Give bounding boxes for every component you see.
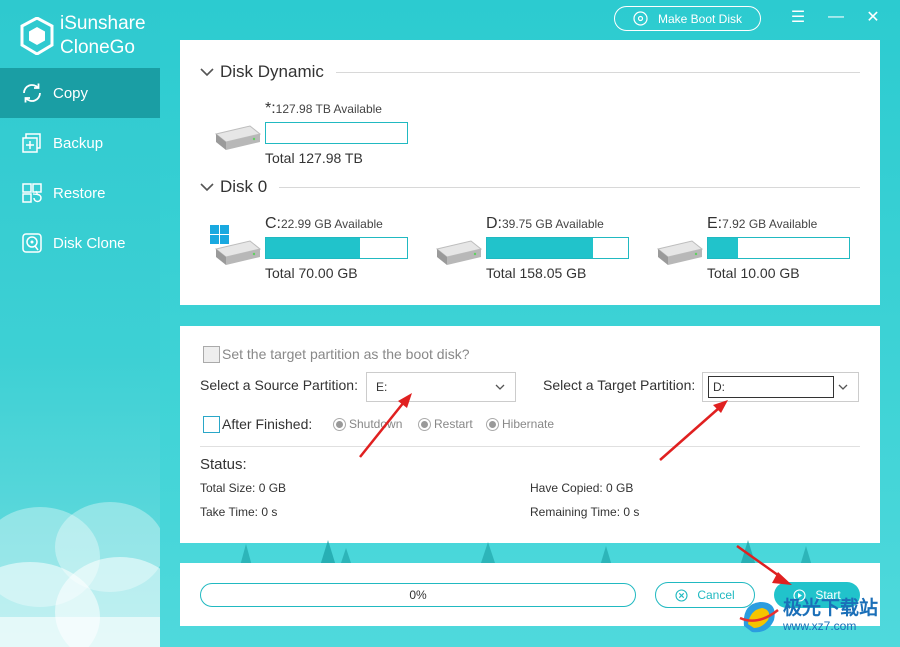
cancel-label: Cancel (697, 588, 735, 602)
partition-d[interactable]: D:39.75 GB Available Total 158.05 GB (431, 215, 641, 285)
partition-name: *:127.98 TB Available (265, 100, 382, 117)
chevron-down-icon (495, 384, 505, 390)
sidebar-nav: Copy Backup Restore Disk Clone (0, 68, 160, 268)
partition-usage-bar (707, 237, 850, 259)
cancel-circle-icon (675, 588, 688, 602)
clonego-logo-icon (20, 17, 54, 55)
hibernate-radio[interactable]: Hibernate (486, 417, 554, 431)
radio-label: Restart (434, 417, 473, 431)
source-partition-select[interactable]: E: (366, 372, 516, 402)
partition-available: 127.98 TB Available (275, 102, 382, 116)
section-divider (279, 186, 860, 188)
radio-label: Shutdown (349, 417, 403, 431)
partition-e[interactable]: E:7.92 GB Available Total 10.00 GB (652, 215, 862, 285)
restore-icon (20, 181, 44, 205)
app-title-line2: CloneGo (60, 37, 135, 58)
disk-list-panel: Disk Dynamic *:127.98 TB Available Total… (180, 40, 880, 305)
remaining-time-stat: Remaining Time: 0 s (530, 505, 640, 519)
target-partition-select[interactable]: D: (702, 372, 859, 402)
partition-usage-fill (708, 238, 738, 258)
partition-usage-bar (486, 237, 629, 259)
close-icon[interactable]: ✕ (864, 8, 882, 26)
options-divider (200, 446, 860, 447)
sidebar-item-backup[interactable]: Backup (0, 118, 160, 168)
watermark-logo-icon (739, 602, 779, 633)
target-partition-label: Select a Target Partition: (543, 377, 696, 393)
sidebar-item-label: Backup (53, 134, 104, 152)
menu-icon[interactable]: ☰ (789, 8, 807, 26)
sidebar-item-disk-clone[interactable]: Disk Clone (0, 218, 160, 268)
sidebar-item-label: Restore (53, 184, 106, 202)
target-partition-value: D: (708, 376, 834, 398)
hard-drive-icon (214, 125, 262, 150)
watermark-cn: 极光下载站 (783, 598, 879, 619)
sidebar-item-label: Disk Clone (53, 234, 126, 252)
hard-drive-icon (656, 240, 704, 265)
copy-options-panel: Set the target partition as the boot dis… (180, 326, 880, 543)
boot-disk-checkbox[interactable] (203, 346, 220, 363)
partition-available: 22.99 GB Available (281, 217, 383, 231)
disk0-title: Disk 0 (220, 177, 268, 196)
disk-dynamic-title: Disk Dynamic (220, 62, 324, 81)
chevron-down-icon (838, 384, 848, 390)
make-boot-disk-label: Make Boot Disk (657, 11, 743, 26)
source-partition-value: E: (376, 380, 388, 394)
radio-dot (486, 417, 499, 431)
source-partition-label: Select a Source Partition: (200, 377, 358, 393)
take-time-stat: Take Time: 0 s (200, 505, 278, 519)
disc-icon (633, 11, 648, 26)
partition-available: 39.75 GB Available (502, 217, 604, 231)
partition-total: Total 70.00 GB (265, 265, 358, 281)
sidebar-item-restore[interactable]: Restore (0, 168, 160, 218)
app-title-line1: iSunshare (60, 13, 146, 34)
shutdown-radio[interactable]: Shutdown (333, 417, 402, 431)
windows-drive-icon (210, 225, 262, 265)
disk-dynamic-header[interactable]: Disk Dynamic (200, 62, 860, 82)
app-title: iSunshare CloneGo (60, 12, 146, 60)
partition-name: D:39.75 GB Available (486, 215, 604, 232)
partition-available: 7.92 GB Available (722, 217, 818, 231)
watermark-text: 极光下载站 www.xz7.com (783, 598, 879, 634)
sidebar: iSunshare CloneGo Copy Backup Restore Di… (0, 0, 160, 647)
copy-progress-bar: 0% (200, 583, 636, 607)
partition-name: C:22.99 GB Available (265, 215, 383, 232)
chevron-down-icon (200, 68, 214, 77)
partition-usage-bar (265, 237, 408, 259)
after-finished-label: After Finished: (222, 416, 313, 432)
app-logo: iSunshare CloneGo (20, 12, 146, 60)
total-size-stat: Total Size: 0 GB (200, 481, 287, 495)
sidebar-item-copy[interactable]: Copy (0, 68, 160, 118)
make-boot-disk-button[interactable]: Make Boot Disk (614, 6, 761, 31)
radio-label: Hibernate (502, 417, 555, 431)
partition-usage-fill (266, 238, 361, 258)
restart-radio[interactable]: Restart (418, 417, 473, 431)
radio-dot (418, 417, 431, 431)
partition-usage-bar (265, 122, 408, 144)
partition-total: Total 10.00 GB (707, 265, 800, 281)
after-finished-checkbox[interactable] (203, 416, 220, 433)
partition-total: Total 127.98 TB (265, 150, 363, 166)
partition-total: Total 158.05 GB (486, 265, 587, 281)
boot-disk-label: Set the target partition as the boot dis… (222, 346, 470, 362)
cloud-decoration (0, 502, 160, 647)
disk0-header[interactable]: Disk 0 (200, 177, 860, 197)
partition-c[interactable]: C:22.99 GB Available Total 70.00 GB (210, 215, 420, 285)
chevron-down-icon (200, 183, 214, 192)
radio-dot (333, 417, 346, 431)
watermark: 极光下载站 www.xz7.com (738, 596, 878, 636)
section-divider (335, 71, 860, 73)
partition-dynamic[interactable]: *:127.98 TB Available Total 127.98 TB (210, 100, 420, 170)
disk-clone-icon (20, 231, 44, 255)
progress-text: 0% (409, 588, 427, 602)
backup-icon (20, 131, 44, 155)
watermark-url: www.xz7.com (783, 619, 857, 633)
minimize-icon[interactable]: — (827, 8, 845, 26)
sidebar-item-label: Copy (53, 84, 89, 102)
status-title: Status: (200, 456, 247, 473)
partition-name: E:7.92 GB Available (707, 215, 818, 232)
hard-drive-icon (435, 240, 483, 265)
have-copied-stat: Have Copied: 0 GB (530, 481, 634, 495)
partition-usage-fill (487, 238, 593, 258)
copy-sync-icon (20, 81, 44, 105)
